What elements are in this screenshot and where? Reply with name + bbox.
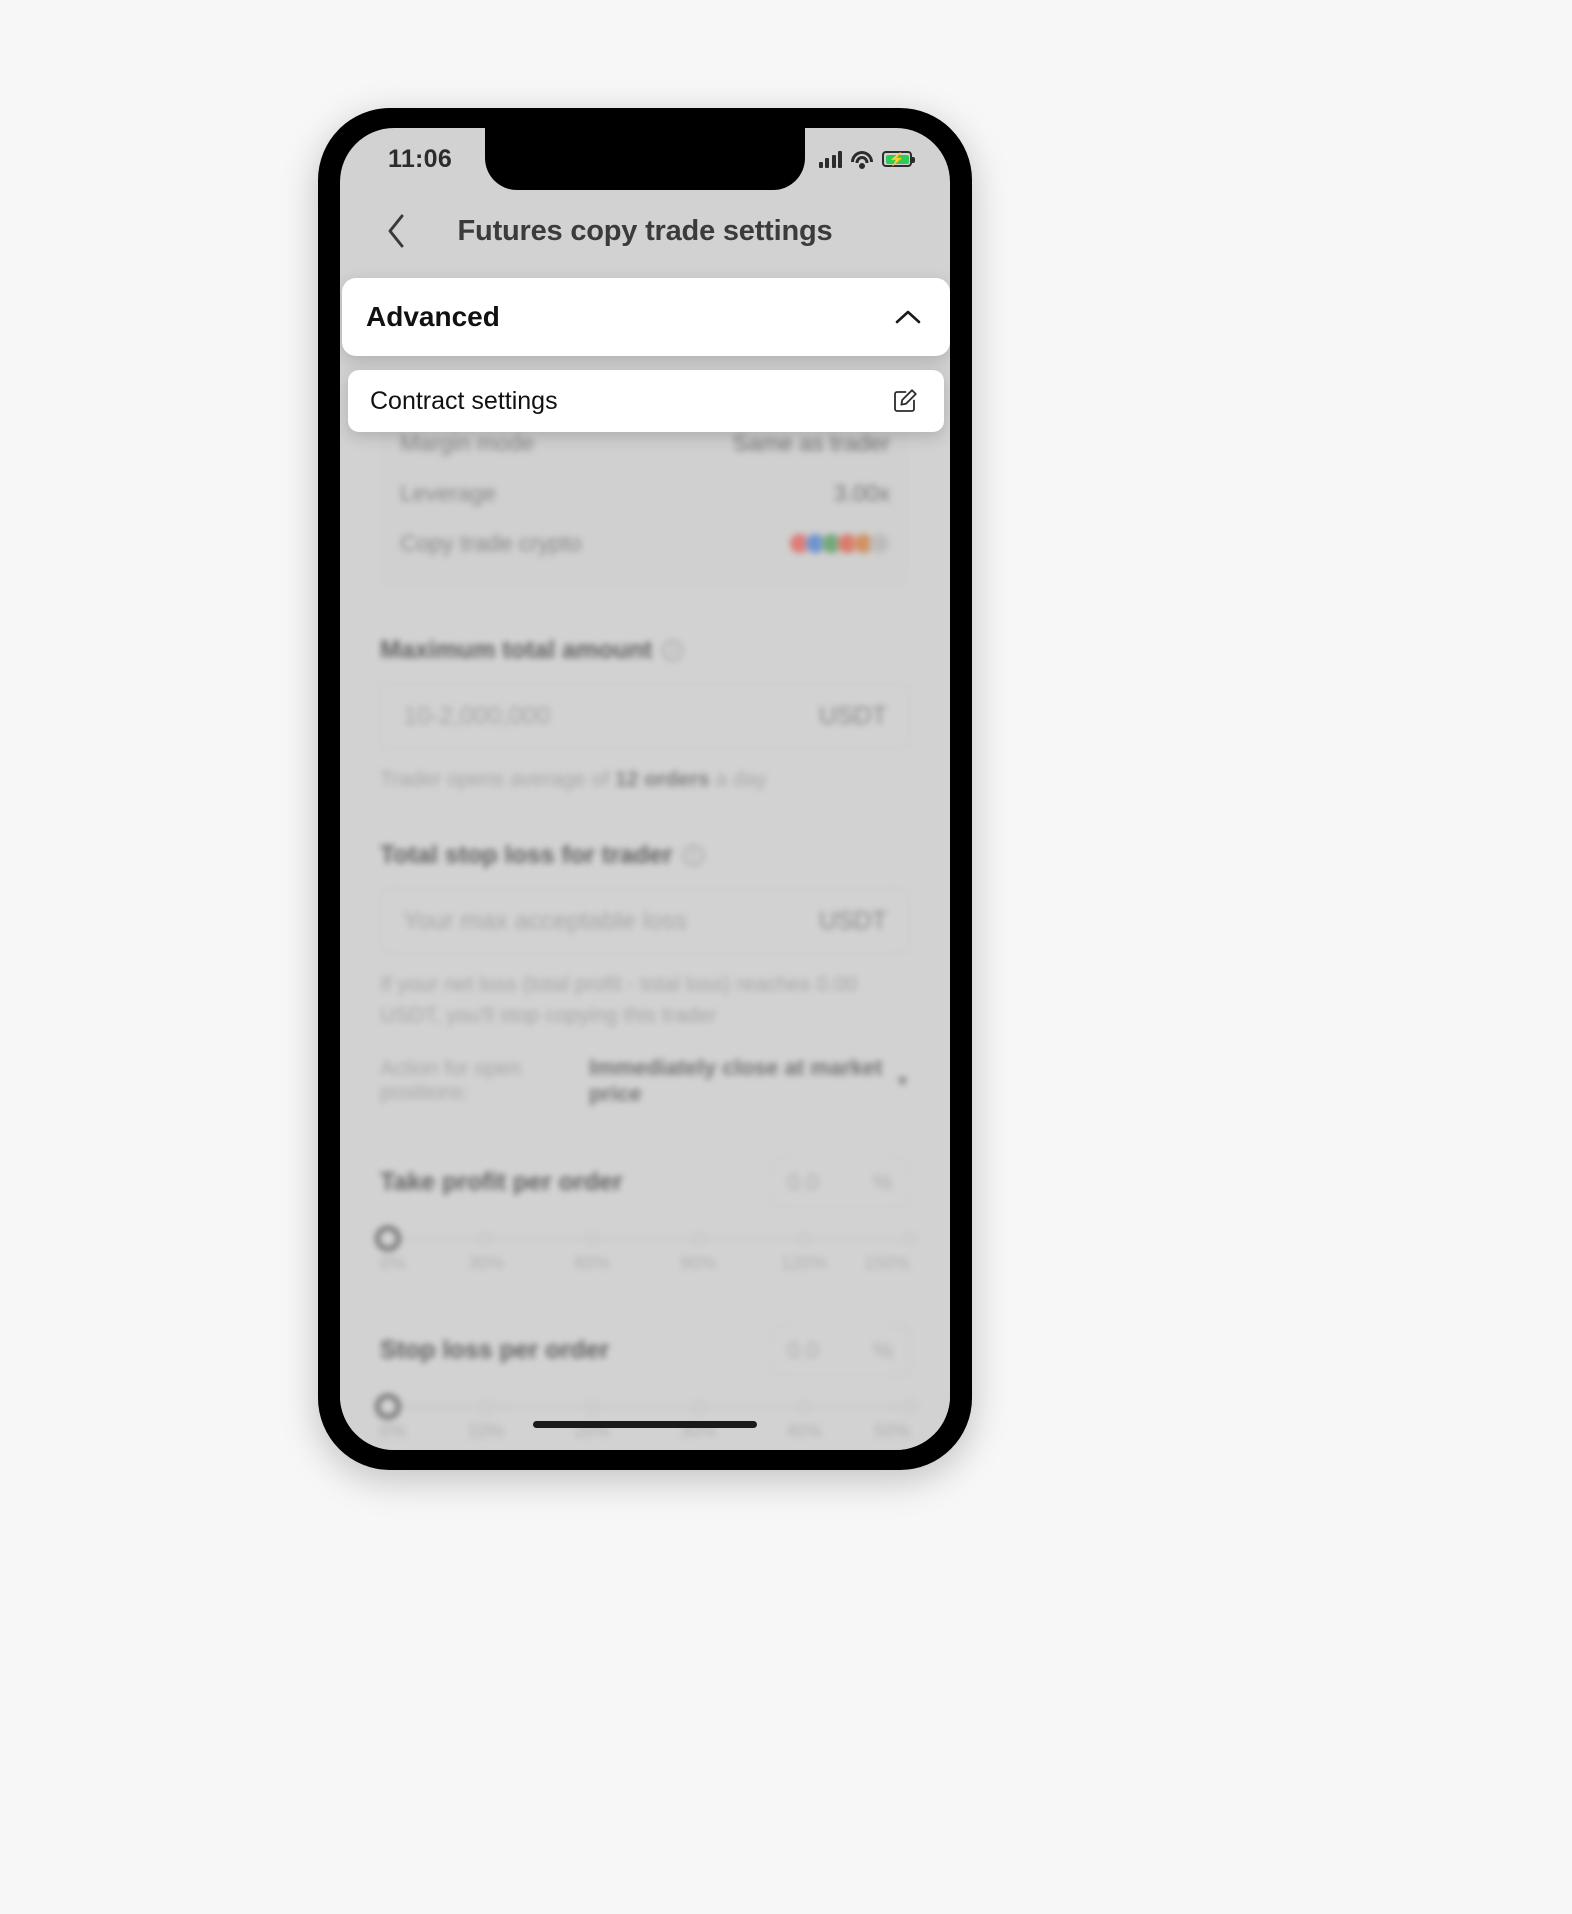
contract-row-label: Leverage: [400, 479, 496, 506]
tick-label: 0%: [380, 1253, 407, 1274]
contract-row-label: Copy trade crypto: [400, 529, 582, 556]
slider-track-line: [388, 1238, 902, 1241]
slider-tick: [797, 1232, 811, 1246]
take-profit-tick-labels: 0% 30% 60% 90% 120% 150%: [380, 1253, 910, 1275]
total-stop-loss-helper: If your net loss (total profit - total l…: [380, 973, 858, 1027]
advanced-label: Advanced: [366, 301, 500, 332]
page-title: Futures copy trade settings: [457, 214, 833, 247]
stop-loss-title: Stop loss per order: [380, 1335, 610, 1364]
take-profit-unit: %: [872, 1168, 893, 1195]
cellular-signal-icon: [818, 150, 842, 168]
tick-label: 40%: [785, 1421, 823, 1442]
contract-row-leverage: Leverage 3.00x: [400, 468, 890, 518]
tick-label: 50%: [873, 1421, 910, 1442]
slider-tick: [479, 1232, 493, 1246]
action-for-open-positions-label: Action for open positions:: [380, 1057, 522, 1105]
stop-loss-unit: %: [872, 1336, 893, 1363]
device-notch: [485, 128, 805, 190]
contract-row-value: Same as trader: [732, 429, 890, 456]
status-bar-time: 11:06: [388, 144, 453, 173]
status-bar-indicators: ⚡: [818, 150, 915, 169]
stop-loss-slider-knob[interactable]: [375, 1394, 401, 1420]
total-stop-loss-label-row: Total stop loss for trader i: [380, 841, 910, 870]
maximum-total-amount-placeholder: 10-2,000,000: [403, 701, 551, 730]
total-stop-loss-unit: USDT: [818, 906, 887, 935]
slider-tick: [585, 1400, 599, 1414]
navigation-bar: Futures copy trade settings: [340, 190, 950, 272]
take-profit-input[interactable]: 0.0 %: [770, 1157, 910, 1208]
take-profit-value: 0.0: [787, 1168, 819, 1195]
tick-label: 0%: [380, 1421, 407, 1442]
phone-frame: 11:06 ⚡ Futures copy trade settings Marg…: [318, 108, 972, 1470]
tick-label: 150%: [863, 1253, 910, 1274]
take-profit-title: Take profit per order: [380, 1167, 623, 1196]
contract-row-copy-trade-crypto: Copy trade crypto: [400, 518, 890, 568]
take-profit-slider[interactable]: [375, 1226, 917, 1252]
maximum-total-amount-input[interactable]: 10-2,000,000 USDT: [380, 683, 910, 749]
blurred-layer: Margin mode Same as trader Leverage 3.00…: [340, 412, 950, 1450]
slider-tick: [691, 1400, 705, 1414]
info-circle-icon[interactable]: i: [662, 640, 684, 661]
total-stop-loss-group: Total stop loss for trader i Your max ac…: [380, 841, 910, 1107]
slider-tick: [691, 1232, 705, 1246]
stop-loss-slider[interactable]: [375, 1394, 917, 1420]
wifi-icon: [851, 150, 873, 169]
slider-tick: [797, 1400, 811, 1414]
stop-loss-header: Stop loss per order 0.0 %: [380, 1325, 910, 1376]
take-profit-slider-knob[interactable]: [375, 1226, 401, 1252]
helper-suffix: a day: [709, 768, 767, 791]
helper-prefix: Trader opens average of: [380, 768, 616, 791]
chevron-left-icon: [388, 214, 404, 248]
take-profit-header: Take profit per order 0.0 %: [380, 1157, 910, 1208]
tick-label: 10%: [467, 1421, 505, 1442]
action-for-open-positions-row[interactable]: Action for open positions: Immediately c…: [380, 1055, 910, 1107]
slider-track-line: [388, 1406, 902, 1409]
crypto-avatar-stack: [789, 532, 890, 554]
maximum-total-amount-helper: Trader opens average of 12 orders a day: [380, 765, 910, 795]
slider-tick: [585, 1232, 599, 1246]
maximum-total-amount-label-row: Maximum total amount i: [380, 636, 910, 665]
tick-label: 90%: [679, 1253, 717, 1274]
edit-pencil-icon[interactable]: [892, 388, 918, 414]
contract-summary-panel: Margin mode Same as trader Leverage 3.00…: [380, 412, 910, 590]
maximum-total-amount-group: Maximum total amount i 10-2,000,000 USDT…: [380, 636, 910, 795]
slider-tick: [903, 1232, 917, 1246]
slider-tick: [903, 1400, 917, 1414]
screenshot-canvas: 11:06 ⚡ Futures copy trade settings Marg…: [0, 0, 1572, 1914]
home-indicator: [533, 1421, 757, 1428]
contract-row-label: Margin mode: [400, 429, 535, 456]
contract-settings-label: Contract settings: [370, 386, 558, 415]
chevron-up-icon[interactable]: [894, 308, 922, 326]
total-stop-loss-input[interactable]: Your max acceptable loss USDT: [380, 888, 910, 955]
tick-label: 30%: [467, 1253, 505, 1274]
advanced-section-header[interactable]: Advanced: [342, 278, 950, 356]
back-button[interactable]: [376, 211, 416, 251]
stop-loss-input[interactable]: 0.0 %: [770, 1325, 910, 1376]
tick-label: 120%: [780, 1253, 828, 1274]
action-for-open-positions-value: Immediately close at market price: [588, 1055, 883, 1107]
total-stop-loss-placeholder: Your max acceptable loss: [403, 906, 687, 935]
maximum-total-amount-unit: USDT: [818, 701, 887, 730]
maximum-total-amount-label: Maximum total amount: [380, 636, 653, 664]
battery-charging-icon: ⚡: [882, 151, 915, 167]
phone-screen: 11:06 ⚡ Futures copy trade settings Marg…: [340, 128, 950, 1450]
caret-down-icon[interactable]: ▼: [895, 1073, 910, 1090]
helper-bold: 12 orders: [615, 768, 710, 791]
take-profit-per-order-block: Take profit per order 0.0 % 0% 30% 60% 9…: [375, 1157, 917, 1275]
info-circle-icon[interactable]: i: [682, 845, 704, 867]
contract-row-value: 3.00x: [833, 479, 890, 506]
page-content: Margin mode Same as trader Leverage 3.00…: [340, 272, 950, 1450]
stop-loss-value: 0.0: [787, 1336, 819, 1363]
total-stop-loss-label: Total stop loss for trader: [380, 841, 673, 870]
tick-label: 60%: [573, 1253, 611, 1274]
contract-settings-row[interactable]: Contract settings: [348, 370, 944, 432]
slider-tick: [479, 1400, 493, 1414]
